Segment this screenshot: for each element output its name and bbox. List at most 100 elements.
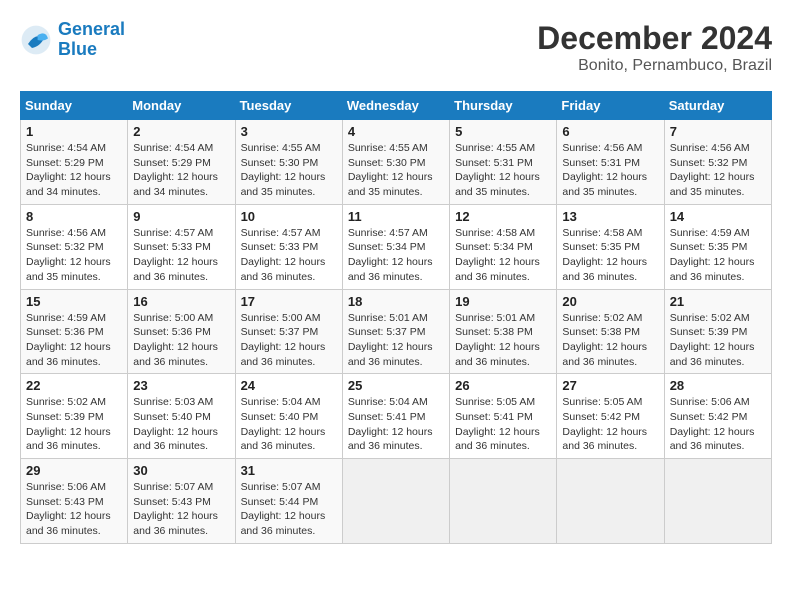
- table-row: 26 Sunrise: 5:05 AM Sunset: 5:41 PM Dayl…: [450, 374, 557, 459]
- day-info: Sunrise: 4:57 AM Sunset: 5:33 PM Dayligh…: [133, 226, 229, 285]
- table-row: 12 Sunrise: 4:58 AM Sunset: 5:34 PM Dayl…: [450, 204, 557, 289]
- day-info: Sunrise: 5:02 AM Sunset: 5:39 PM Dayligh…: [670, 311, 766, 370]
- day-info: Sunrise: 4:56 AM Sunset: 5:31 PM Dayligh…: [562, 141, 658, 200]
- table-row: 5 Sunrise: 4:55 AM Sunset: 5:31 PM Dayli…: [450, 120, 557, 205]
- table-row: 10 Sunrise: 4:57 AM Sunset: 5:33 PM Dayl…: [235, 204, 342, 289]
- table-row: 22 Sunrise: 5:02 AM Sunset: 5:39 PM Dayl…: [21, 374, 128, 459]
- day-number: 30: [133, 463, 229, 478]
- table-row: 3 Sunrise: 4:55 AM Sunset: 5:30 PM Dayli…: [235, 120, 342, 205]
- header-tuesday: Tuesday: [235, 92, 342, 120]
- day-info: Sunrise: 5:07 AM Sunset: 5:43 PM Dayligh…: [133, 480, 229, 539]
- table-row: 20 Sunrise: 5:02 AM Sunset: 5:38 PM Dayl…: [557, 289, 664, 374]
- day-info: Sunrise: 4:57 AM Sunset: 5:33 PM Dayligh…: [241, 226, 337, 285]
- calendar-subtitle: Bonito, Pernambuco, Brazil: [537, 57, 772, 75]
- calendar-week-row: 1 Sunrise: 4:54 AM Sunset: 5:29 PM Dayli…: [21, 120, 772, 205]
- day-number: 20: [562, 294, 658, 309]
- day-info: Sunrise: 5:00 AM Sunset: 5:36 PM Dayligh…: [133, 311, 229, 370]
- table-row: 28 Sunrise: 5:06 AM Sunset: 5:42 PM Dayl…: [664, 374, 771, 459]
- day-info: Sunrise: 4:58 AM Sunset: 5:34 PM Dayligh…: [455, 226, 551, 285]
- day-info: Sunrise: 5:04 AM Sunset: 5:41 PM Dayligh…: [348, 395, 444, 454]
- day-info: Sunrise: 4:55 AM Sunset: 5:31 PM Dayligh…: [455, 141, 551, 200]
- day-info: Sunrise: 5:02 AM Sunset: 5:38 PM Dayligh…: [562, 311, 658, 370]
- day-number: 13: [562, 209, 658, 224]
- table-row: 13 Sunrise: 4:58 AM Sunset: 5:35 PM Dayl…: [557, 204, 664, 289]
- day-number: 12: [455, 209, 551, 224]
- day-info: Sunrise: 5:00 AM Sunset: 5:37 PM Dayligh…: [241, 311, 337, 370]
- day-info: Sunrise: 5:07 AM Sunset: 5:44 PM Dayligh…: [241, 480, 337, 539]
- header-sunday: Sunday: [21, 92, 128, 120]
- day-number: 18: [348, 294, 444, 309]
- day-number: 22: [26, 378, 122, 393]
- day-info: Sunrise: 5:05 AM Sunset: 5:41 PM Dayligh…: [455, 395, 551, 454]
- calendar-title: December 2024: [537, 20, 772, 57]
- day-info: Sunrise: 4:56 AM Sunset: 5:32 PM Dayligh…: [26, 226, 122, 285]
- day-info: Sunrise: 5:06 AM Sunset: 5:43 PM Dayligh…: [26, 480, 122, 539]
- day-info: Sunrise: 5:01 AM Sunset: 5:37 PM Dayligh…: [348, 311, 444, 370]
- calendar-week-row: 15 Sunrise: 4:59 AM Sunset: 5:36 PM Dayl…: [21, 289, 772, 374]
- calendar-week-row: 22 Sunrise: 5:02 AM Sunset: 5:39 PM Dayl…: [21, 374, 772, 459]
- calendar-week-row: 8 Sunrise: 4:56 AM Sunset: 5:32 PM Dayli…: [21, 204, 772, 289]
- table-row: 1 Sunrise: 4:54 AM Sunset: 5:29 PM Dayli…: [21, 120, 128, 205]
- table-row: 31 Sunrise: 5:07 AM Sunset: 5:44 PM Dayl…: [235, 459, 342, 544]
- logo-text: General Blue: [58, 20, 125, 60]
- day-info: Sunrise: 4:55 AM Sunset: 5:30 PM Dayligh…: [348, 141, 444, 200]
- table-row: [557, 459, 664, 544]
- table-row: 21 Sunrise: 5:02 AM Sunset: 5:39 PM Dayl…: [664, 289, 771, 374]
- table-row: 18 Sunrise: 5:01 AM Sunset: 5:37 PM Dayl…: [342, 289, 449, 374]
- table-row: 16 Sunrise: 5:00 AM Sunset: 5:36 PM Dayl…: [128, 289, 235, 374]
- day-number: 17: [241, 294, 337, 309]
- table-row: 9 Sunrise: 4:57 AM Sunset: 5:33 PM Dayli…: [128, 204, 235, 289]
- day-number: 15: [26, 294, 122, 309]
- day-info: Sunrise: 5:06 AM Sunset: 5:42 PM Dayligh…: [670, 395, 766, 454]
- day-number: 21: [670, 294, 766, 309]
- day-info: Sunrise: 4:55 AM Sunset: 5:30 PM Dayligh…: [241, 141, 337, 200]
- day-number: 6: [562, 124, 658, 139]
- day-info: Sunrise: 5:01 AM Sunset: 5:38 PM Dayligh…: [455, 311, 551, 370]
- day-number: 10: [241, 209, 337, 224]
- table-row: [664, 459, 771, 544]
- day-info: Sunrise: 5:03 AM Sunset: 5:40 PM Dayligh…: [133, 395, 229, 454]
- day-info: Sunrise: 4:54 AM Sunset: 5:29 PM Dayligh…: [26, 141, 122, 200]
- table-row: 14 Sunrise: 4:59 AM Sunset: 5:35 PM Dayl…: [664, 204, 771, 289]
- day-number: 9: [133, 209, 229, 224]
- day-number: 7: [670, 124, 766, 139]
- logo: General Blue: [20, 20, 125, 60]
- table-row: [342, 459, 449, 544]
- table-row: 11 Sunrise: 4:57 AM Sunset: 5:34 PM Dayl…: [342, 204, 449, 289]
- table-row: 17 Sunrise: 5:00 AM Sunset: 5:37 PM Dayl…: [235, 289, 342, 374]
- day-info: Sunrise: 4:59 AM Sunset: 5:36 PM Dayligh…: [26, 311, 122, 370]
- day-number: 3: [241, 124, 337, 139]
- table-row: [450, 459, 557, 544]
- page-header: General Blue December 2024 Bonito, Perna…: [20, 20, 772, 75]
- day-info: Sunrise: 5:02 AM Sunset: 5:39 PM Dayligh…: [26, 395, 122, 454]
- day-number: 1: [26, 124, 122, 139]
- day-number: 5: [455, 124, 551, 139]
- header-friday: Friday: [557, 92, 664, 120]
- day-number: 16: [133, 294, 229, 309]
- table-row: 15 Sunrise: 4:59 AM Sunset: 5:36 PM Dayl…: [21, 289, 128, 374]
- calendar-header-row: Sunday Monday Tuesday Wednesday Thursday…: [21, 92, 772, 120]
- day-number: 19: [455, 294, 551, 309]
- day-info: Sunrise: 4:59 AM Sunset: 5:35 PM Dayligh…: [670, 226, 766, 285]
- day-number: 14: [670, 209, 766, 224]
- logo-icon: [20, 24, 52, 56]
- day-number: 2: [133, 124, 229, 139]
- day-number: 29: [26, 463, 122, 478]
- calendar-table: Sunday Monday Tuesday Wednesday Thursday…: [20, 91, 772, 544]
- day-number: 28: [670, 378, 766, 393]
- header-thursday: Thursday: [450, 92, 557, 120]
- table-row: 23 Sunrise: 5:03 AM Sunset: 5:40 PM Dayl…: [128, 374, 235, 459]
- day-number: 4: [348, 124, 444, 139]
- table-row: 29 Sunrise: 5:06 AM Sunset: 5:43 PM Dayl…: [21, 459, 128, 544]
- day-number: 25: [348, 378, 444, 393]
- day-number: 26: [455, 378, 551, 393]
- header-monday: Monday: [128, 92, 235, 120]
- day-number: 27: [562, 378, 658, 393]
- calendar-week-row: 29 Sunrise: 5:06 AM Sunset: 5:43 PM Dayl…: [21, 459, 772, 544]
- table-row: 30 Sunrise: 5:07 AM Sunset: 5:43 PM Dayl…: [128, 459, 235, 544]
- table-row: 27 Sunrise: 5:05 AM Sunset: 5:42 PM Dayl…: [557, 374, 664, 459]
- table-row: 8 Sunrise: 4:56 AM Sunset: 5:32 PM Dayli…: [21, 204, 128, 289]
- day-number: 8: [26, 209, 122, 224]
- day-info: Sunrise: 5:05 AM Sunset: 5:42 PM Dayligh…: [562, 395, 658, 454]
- table-row: 7 Sunrise: 4:56 AM Sunset: 5:32 PM Dayli…: [664, 120, 771, 205]
